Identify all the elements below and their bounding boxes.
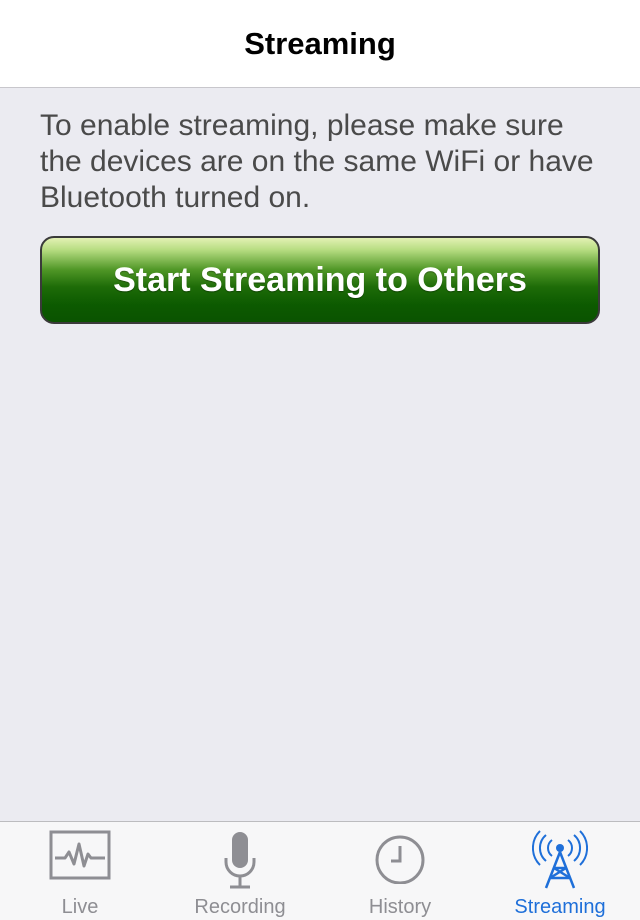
tab-history[interactable]: History [320,822,480,920]
tab-streaming-label: Streaming [514,896,606,918]
start-streaming-button[interactable]: Start Streaming to Others [40,236,600,324]
instructions-text: To enable streaming, please make sure th… [40,109,594,214]
navigation-bar: Streaming [0,0,640,88]
tab-recording-label: Recording [194,896,286,918]
clock-icon [373,830,427,889]
tab-live-label: Live [61,896,99,918]
tab-live[interactable]: Live [0,822,160,920]
tab-bar: Live Recording History Streaming [0,821,640,920]
tab-history-label: History [368,896,432,918]
tab-streaming[interactable]: Streaming [480,822,640,920]
tab-recording[interactable]: Recording [160,822,320,920]
broadcast-tower-icon [531,830,589,895]
main-content: To enable streaming, please make sure th… [40,108,610,216]
start-streaming-button-label: Start Streaming to Others [113,260,527,299]
heartbeat-monitor-icon [49,830,111,885]
microphone-icon [220,830,260,897]
page-title: Streaming [244,26,396,61]
